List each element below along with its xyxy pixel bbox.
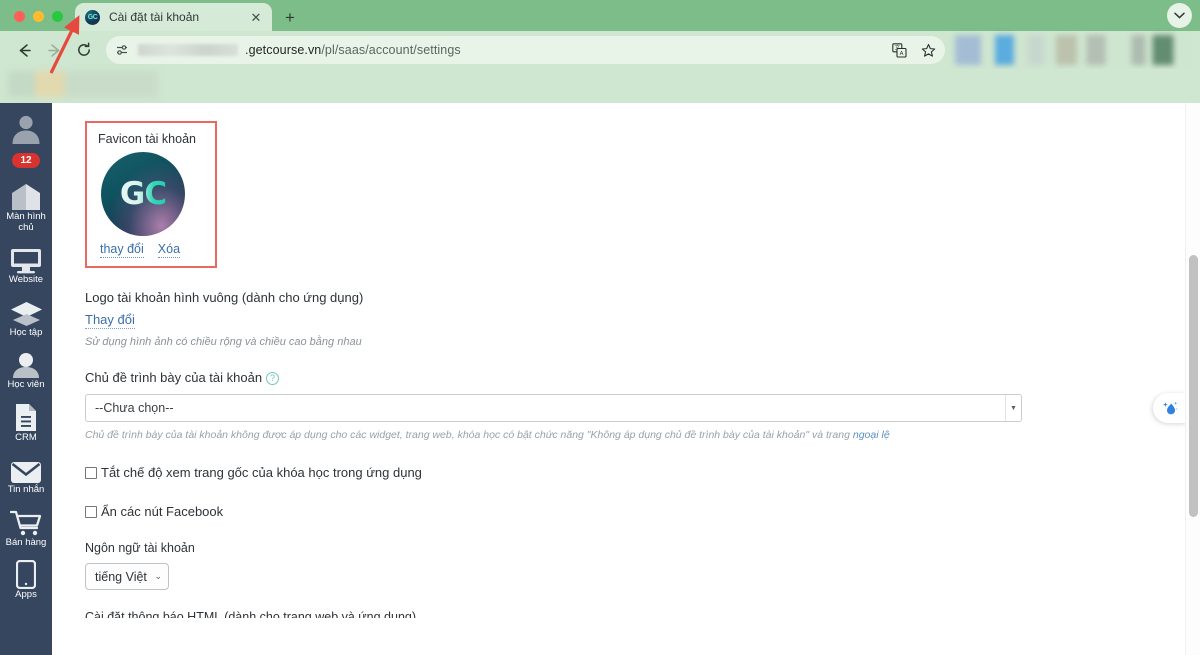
checkbox-row-disable-original-view[interactable]: Tắt chế độ xem trang gốc của khóa học tr… <box>85 465 1200 480</box>
graduation-cap-icon <box>10 294 43 327</box>
arrow-left-icon[interactable] <box>10 36 38 64</box>
browser-window: GC Cài đặt tài khoản ✕ + .getcourse.vn/p… <box>0 0 1200 655</box>
sidebar-item-learning[interactable]: Học tập <box>0 291 52 344</box>
account-favicon-image: GC <box>101 152 185 236</box>
checkbox-label: Tắt chế độ xem trang gốc của khóa học tr… <box>101 465 422 480</box>
favicon-logo-text: GC <box>119 176 167 212</box>
home-icon <box>11 178 41 211</box>
caret-down-icon[interactable]: ⌄ <box>154 571 162 582</box>
theme-note: Chủ đề trình bày của tài khoản không đượ… <box>85 429 1200 441</box>
reload-icon[interactable] <box>70 36 98 64</box>
browser-toolbar: .getcourse.vn/pl/saas/account/settings 文… <box>0 31 1200 69</box>
bookmark-item-blurred <box>8 71 158 97</box>
notification-badge[interactable]: 12 <box>12 153 40 168</box>
caret-down-icon[interactable]: ▼ <box>1005 395 1021 421</box>
square-logo-change-link[interactable]: Thay đổi <box>85 312 135 329</box>
water-drop-sparkle-icon <box>1162 401 1178 414</box>
extension-icons-blurred <box>955 35 1190 65</box>
url-text: .getcourse.vn/pl/saas/account/settings <box>245 43 461 57</box>
scrollbar-thumb[interactable] <box>1189 255 1198 517</box>
cut-off-section-label: Cài đặt thông báo HTML (dành cho trang w… <box>85 610 417 618</box>
arrow-right-icon <box>40 36 68 64</box>
sidebar-item-label: Bán hàng <box>5 536 47 548</box>
favicon-change-link[interactable]: thay đổi <box>100 242 144 258</box>
theme-label: Chủ đề trình bày của tài khoản? <box>85 370 1200 385</box>
sidebar-item-website[interactable]: Website <box>0 238 52 291</box>
language-label: Ngôn ngữ tài khoản <box>85 541 195 555</box>
question-mark-icon[interactable]: ? <box>266 371 280 385</box>
square-logo-section: Logo tài khoản hình vuông (dành cho ứng … <box>85 290 1200 348</box>
favicon-card: Favicon tài khoản GC thay đổi Xóa <box>85 121 217 268</box>
theme-label-text: Chủ đề trình bày của tài khoản <box>85 370 263 385</box>
close-window-button[interactable] <box>14 11 25 22</box>
close-icon[interactable]: ✕ <box>248 9 264 25</box>
window-controls <box>0 11 63 31</box>
page-scrollbar[interactable] <box>1185 103 1200 655</box>
settings-content: Favicon tài khoản GC thay đổi Xóa Logo t… <box>52 103 1200 655</box>
tune-icon[interactable] <box>113 41 131 59</box>
tab-title: Cài đặt tài khoản <box>109 10 200 24</box>
square-logo-hint: Sử dụng hình ảnh có chiều rộng và chiều … <box>85 336 362 348</box>
checkbox-label: Ẩn các nút Facebook <box>101 504 224 519</box>
theme-selected-value: --Chưa chọn-- <box>95 401 174 415</box>
sidebar-item-students[interactable]: Học viên <box>0 343 52 396</box>
favicon-card-links: thay đổi Xóa <box>98 242 205 258</box>
svg-text:A: A <box>899 51 903 57</box>
sidebar-item-messages[interactable]: Tin nhắn <box>0 448 52 501</box>
redacted-url-subdomain <box>138 44 238 56</box>
checkbox-row-hide-facebook-buttons[interactable]: Ẩn các nút Facebook <box>85 504 1200 519</box>
student-icon <box>11 346 41 379</box>
theme-exception-link[interactable]: ngoại lệ <box>853 429 890 441</box>
settings-inner: Favicon tài khoản GC thay đổi Xóa Logo t… <box>52 121 1200 618</box>
maximize-window-button[interactable] <box>52 11 63 22</box>
shopping-cart-icon <box>10 504 42 537</box>
sidebar-item-label: Tin nhắn <box>7 484 45 495</box>
gc-logo-icon: GC <box>85 9 100 25</box>
envelope-icon <box>10 451 42 484</box>
address-bar[interactable]: .getcourse.vn/pl/saas/account/settings 文… <box>106 36 945 64</box>
url-path: /pl/saas/account/settings <box>321 43 461 57</box>
favicon-card-title: Favicon tài khoản <box>98 132 196 146</box>
url-host: .getcourse.vn <box>245 43 322 57</box>
square-logo-label: Logo tài khoản hình vuông (dành cho ứng … <box>85 290 364 305</box>
sidebar-item-label: Màn hình chủ <box>6 211 46 233</box>
language-section: Ngôn ngữ tài khoản tiếng Việt ⌄ <box>85 541 1200 590</box>
sidebar-item-label: CRM <box>15 431 37 443</box>
document-icon <box>14 399 38 432</box>
bookmarks-bar <box>0 69 1200 103</box>
tab-strip: GC Cài đặt tài khoản ✕ + <box>0 0 1200 31</box>
language-select[interactable]: tiếng Việt ⌄ <box>85 563 169 590</box>
sidebar-item-apps[interactable]: Apps <box>0 553 52 606</box>
theme-select[interactable]: --Chưa chọn-- ▼ <box>85 394 1022 422</box>
user-avatar-icon[interactable] <box>7 110 45 148</box>
star-icon[interactable] <box>917 39 939 61</box>
plus-icon[interactable]: + <box>277 4 303 30</box>
language-selected-value: tiếng Việt <box>95 569 147 584</box>
sidebar-item-sales[interactable]: Bán hàng <box>0 501 52 554</box>
chevron-down-icon[interactable] <box>1167 3 1192 28</box>
sidebar-item-label: Website <box>8 274 44 285</box>
sidebar-item-crm[interactable]: CRM <box>0 396 52 449</box>
monitor-icon <box>10 241 42 274</box>
theme-section: Chủ đề trình bày của tài khoản? --Chưa c… <box>85 370 1200 441</box>
sidebar-item-label: Apps <box>15 589 37 600</box>
mobile-phone-icon <box>16 556 36 589</box>
minimize-window-button[interactable] <box>33 11 44 22</box>
theme-note-text: Chủ đề trình bày của tài khoản không đượ… <box>85 429 853 441</box>
page-viewport: 12 Màn hình chủ Website Học tập Học viên… <box>0 103 1200 655</box>
favicon-delete-link[interactable]: Xóa <box>157 242 181 258</box>
browser-tab[interactable]: GC Cài đặt tài khoản ✕ <box>75 3 272 31</box>
checkbox-input[interactable] <box>85 466 97 479</box>
sidebar-item-label: Học viên <box>7 379 45 390</box>
floating-helper-widget[interactable] <box>1153 393 1187 423</box>
translate-icon[interactable]: 文 A <box>888 39 910 61</box>
checkbox-input[interactable] <box>85 505 97 518</box>
app-sidebar: 12 Màn hình chủ Website Học tập Học viên… <box>0 103 52 655</box>
sidebar-item-label: Học tập <box>9 326 43 338</box>
sidebar-item-home[interactable]: Màn hình chủ <box>0 175 52 238</box>
